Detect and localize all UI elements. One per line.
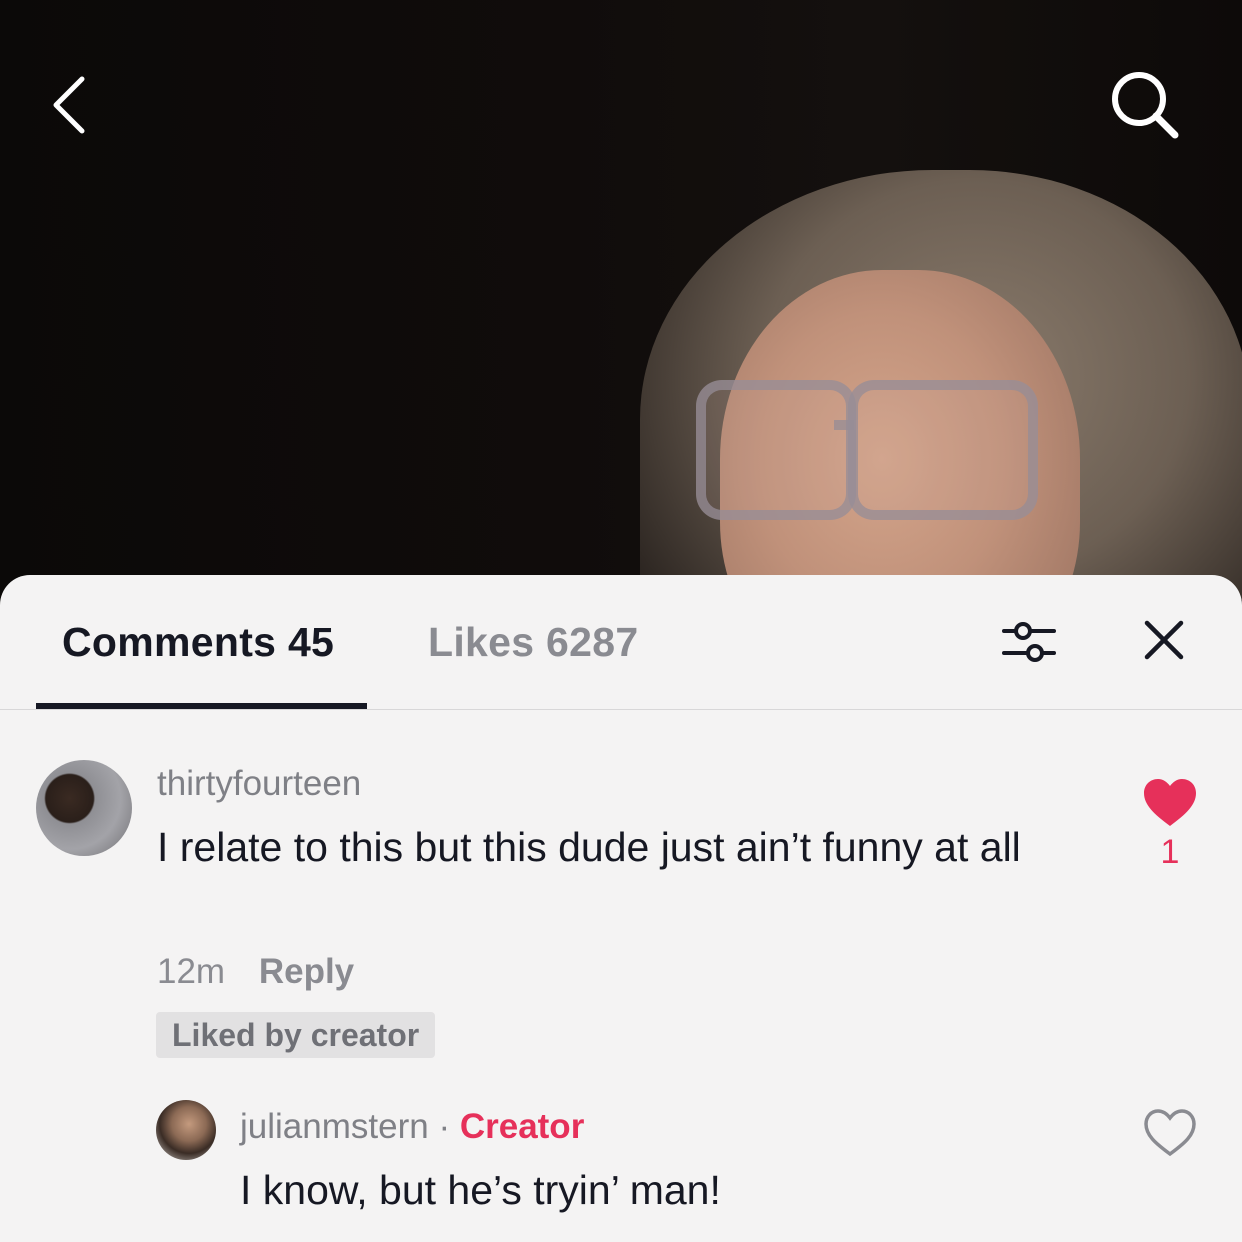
comment-like-button[interactable]: 1 [1135,778,1205,872]
creator-tag: Creator [459,1107,585,1146]
filter-button[interactable] [996,612,1062,672]
sliders-icon [1002,622,1056,662]
heart-filled-icon [1144,779,1196,826]
video-player[interactable] [0,0,1242,600]
reply-like-button[interactable] [1135,1108,1205,1163]
username-separator: · [438,1107,451,1146]
avatar[interactable] [36,760,132,856]
search-icon [1112,72,1179,139]
reply-text: I know, but he’s tryin’ man! [240,1167,721,1213]
active-tab-indicator [36,703,367,709]
reply-button[interactable]: Reply [259,952,354,991]
close-button[interactable] [1134,610,1194,670]
comment-username[interactable]: thirtyfourteen [157,764,361,804]
video-subject-glasses-bridge [834,420,854,430]
back-button[interactable] [25,60,115,150]
video-subject-glasses-left [696,380,856,520]
heart-outline-icon [1144,1109,1196,1157]
liked-by-creator-badge: Liked by creator [156,1012,436,1058]
tab-comments[interactable]: Comments 45 [62,619,334,666]
avatar[interactable] [156,1100,216,1160]
comment-text: I relate to this but this dude just ain’… [157,824,1021,870]
like-count: 1 [1160,833,1180,871]
search-button[interactable] [1100,60,1190,150]
comment-meta: 12m Reply [157,952,354,992]
video-subject-glasses-right [848,380,1038,520]
reply-username-text[interactable]: julianmstern [240,1107,429,1146]
comment-timestamp: 12m [157,952,226,991]
chevron-left-icon [53,76,85,134]
tab-likes[interactable]: Likes 6287 [428,619,638,666]
close-icon [1144,620,1184,660]
reply-username: julianmstern · Creator [240,1107,584,1147]
